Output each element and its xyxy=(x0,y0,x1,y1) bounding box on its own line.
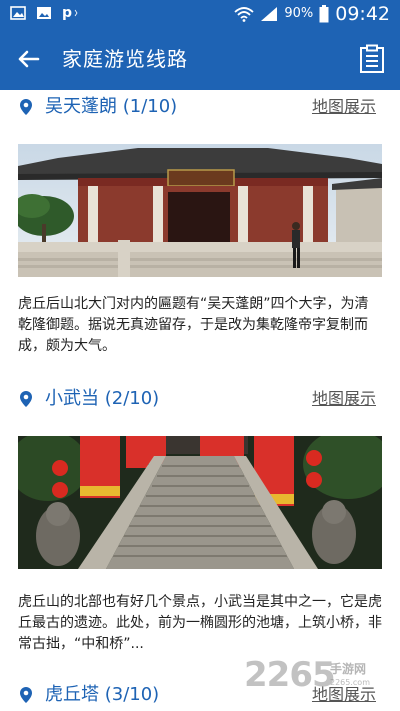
location-pin-icon xyxy=(20,99,32,115)
stop-item: 吴天蓬朗 (1/10) 地图展示 虎丘后山北大门对内的匾题有“吴天蓬朗”四个大字… xyxy=(0,90,400,370)
stop-name[interactable]: 吴天蓬朗 (1/10) xyxy=(45,94,177,120)
gallery-icon xyxy=(37,7,51,19)
location-pin-icon xyxy=(20,687,32,703)
p-logo-mark-icon xyxy=(74,9,78,17)
stop-description: 虎丘后山北大门对内的匾题有“吴天蓬朗”四个大字，为清乾隆御题。据说无真迹留存，于… xyxy=(18,296,369,354)
map-link[interactable]: 地图展示 xyxy=(312,684,376,706)
arrow-left-icon[interactable] xyxy=(14,44,44,74)
stop-header[interactable]: 吴天蓬朗 (1/10) 地图展示 xyxy=(0,90,400,126)
signal-icon xyxy=(261,7,278,21)
app-bar: 家庭游览线路 xyxy=(0,28,400,90)
stop-header[interactable]: 虎丘塔 (3/10) 地图展示 xyxy=(0,678,400,711)
stop-item: 虎丘塔 (3/10) 地图展示 xyxy=(0,678,400,711)
stop-name[interactable]: 虎丘塔 (3/10) xyxy=(45,682,159,708)
battery-percent: 90% xyxy=(284,6,314,21)
clipboard-list-icon[interactable] xyxy=(358,44,386,74)
location-pin-icon xyxy=(20,391,32,407)
status-right: 90% 09:42 xyxy=(234,3,390,25)
stop-item: 小武当 (2/10) 地图展示 虎丘山的北部也有好几个景点，小武当是其中之一，它… xyxy=(0,382,400,692)
status-left-icons: p xyxy=(10,5,82,21)
map-link[interactable]: 地图展示 xyxy=(312,96,376,118)
image-icon xyxy=(10,6,26,20)
status-bar: p 90% 09:42 xyxy=(0,0,400,28)
stone-stairway-photo[interactable] xyxy=(18,436,382,569)
stop-name[interactable]: 小武当 (2/10) xyxy=(45,386,159,412)
wifi-icon xyxy=(234,7,254,22)
status-time: 09:42 xyxy=(335,3,390,25)
stop-description: 虎丘山的北部也有好几个景点，小武当是其中之一，它是虎丘最古的遗迹。此处，前为一椭… xyxy=(18,594,382,652)
battery-icon xyxy=(319,5,329,23)
stop-list: 吴天蓬朗 (1/10) 地图展示 虎丘后山北大门对内的匾题有“吴天蓬朗”四个大字… xyxy=(0,90,400,711)
page-title: 家庭游览线路 xyxy=(62,47,188,71)
p-logo-icon: p xyxy=(62,5,73,21)
stop-header[interactable]: 小武当 (2/10) 地图展示 xyxy=(0,382,400,418)
map-link[interactable]: 地图展示 xyxy=(312,388,376,410)
temple-gate-photo[interactable] xyxy=(18,144,382,277)
